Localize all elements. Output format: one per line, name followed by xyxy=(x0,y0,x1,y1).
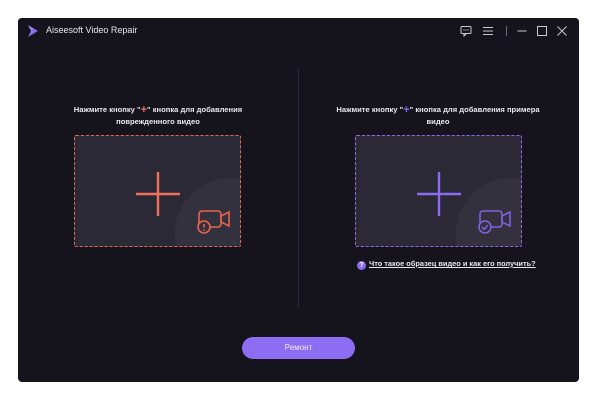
left-prompt-line2: поврежденного видео xyxy=(116,117,200,126)
menu-icon[interactable] xyxy=(482,25,494,37)
add-sample-video-dropzone[interactable] xyxy=(355,135,522,247)
title-bar: Aiseesoft Video Repair xyxy=(18,18,579,44)
maximize-icon[interactable] xyxy=(536,25,548,37)
app-window: Aiseesoft Video Repair Нажмите кнопку "+… xyxy=(18,18,579,382)
app-title: Aiseesoft Video Repair xyxy=(46,25,138,35)
right-prompt-line2: видео xyxy=(426,117,450,126)
right-prompt-after: " кнопка для добавления примера xyxy=(409,105,540,114)
add-damaged-video-dropzone[interactable] xyxy=(74,135,241,247)
minimize-icon[interactable] xyxy=(516,25,528,37)
add-plus-icon[interactable] xyxy=(415,170,463,218)
add-plus-icon[interactable] xyxy=(134,170,182,218)
right-prompt: Нажмите кнопку "+" кнопка для добавления… xyxy=(318,104,558,127)
repair-button[interactable]: Ремонт xyxy=(242,337,355,359)
close-icon[interactable] xyxy=(556,25,568,37)
sample-video-camera-icon xyxy=(478,210,511,234)
left-prompt-after: " кнопка для добавления xyxy=(147,105,243,114)
left-prompt: Нажмите кнопку "+" кнопка для добавления… xyxy=(38,104,278,127)
help-question-icon: ? xyxy=(357,261,366,270)
titlebar-separator xyxy=(506,26,507,36)
app-logo-icon xyxy=(28,25,38,37)
right-prompt-before: Нажмите кнопку " xyxy=(336,105,404,114)
left-prompt-before: Нажмите кнопку " xyxy=(73,105,141,114)
damaged-video-camera-icon xyxy=(197,210,230,234)
feedback-icon[interactable] xyxy=(460,25,472,37)
sample-video-help-link[interactable]: Что такое образец видео и как его получи… xyxy=(369,259,539,269)
panel-divider xyxy=(298,68,299,308)
